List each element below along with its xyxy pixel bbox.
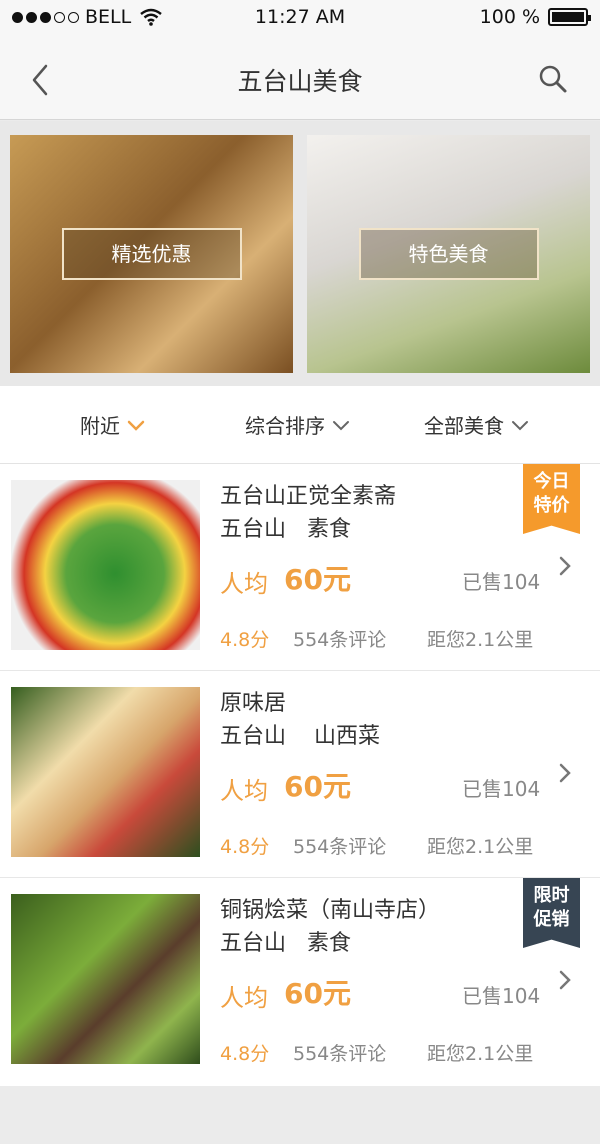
chevron-right-icon bbox=[559, 763, 571, 783]
list-item[interactable]: 五台山正觉全素斋 五台山 素食 人均 60元 已售104 4.8分 554条评论… bbox=[0, 464, 600, 671]
list-item[interactable]: 铜锅烩菜（南山寺店） 五台山 素食 人均 60元 已售104 4.8分 554条… bbox=[0, 878, 600, 1085]
restaurant-subtitle: 五台山 素食 bbox=[220, 931, 351, 956]
restaurant-thumbnail bbox=[11, 480, 200, 650]
review-count: 554条评论 bbox=[293, 836, 387, 858]
filter-sort[interactable]: 综合排序 bbox=[245, 410, 351, 439]
filter-category[interactable]: 全部美食 bbox=[424, 410, 530, 439]
chevron-down-icon bbox=[512, 420, 528, 430]
battery-percentage: 100 % bbox=[479, 6, 540, 28]
list-item[interactable]: 原味居 五台山 山西菜 人均 60元 已售104 4.8分 554条评论 距您2… bbox=[0, 671, 600, 878]
chevron-right-icon bbox=[559, 556, 571, 576]
navigation-bar: 五台山美食 bbox=[0, 38, 600, 120]
restaurant-list: 五台山正觉全素斋 五台山 素食 人均 60元 已售104 4.8分 554条评论… bbox=[0, 464, 600, 1086]
restaurant-subtitle: 五台山 素食 bbox=[220, 517, 351, 542]
page-background bbox=[0, 1086, 600, 1144]
badge-line: 促销 bbox=[533, 909, 570, 930]
status-badge: 限时 促销 bbox=[523, 878, 580, 948]
battery-level bbox=[552, 12, 584, 22]
restaurant-thumbnail bbox=[11, 687, 200, 857]
promo-banner: 精选优惠 特色美食 bbox=[0, 121, 600, 386]
restaurant-name: 铜锅烩菜（南山寺店） bbox=[220, 898, 441, 923]
status-right: 100 % bbox=[479, 6, 591, 28]
restaurant-subtitle: 五台山 山西菜 bbox=[220, 724, 380, 749]
filter-label: 附近 bbox=[80, 414, 120, 438]
average-price: 60元 bbox=[284, 977, 351, 1010]
badge-line: 限时 bbox=[533, 885, 570, 906]
page-title: 五台山美食 bbox=[237, 67, 363, 96]
rating: 4.8分 bbox=[220, 1043, 270, 1065]
distance: 距您2.1公里 bbox=[427, 836, 534, 858]
filter-label: 综合排序 bbox=[245, 414, 325, 438]
search-icon[interactable] bbox=[536, 62, 570, 96]
filter-bar: 附近 综合排序 全部美食 bbox=[0, 386, 600, 464]
review-count: 554条评论 bbox=[293, 629, 387, 651]
filter-label: 全部美食 bbox=[424, 414, 504, 438]
distance: 距您2.1公里 bbox=[427, 629, 534, 651]
status-bar: BELL 11:27 AM 100 % bbox=[0, 0, 600, 38]
filter-nearby[interactable]: 附近 bbox=[80, 410, 146, 439]
chevron-down-icon bbox=[127, 420, 145, 431]
badge-line: 今日 bbox=[533, 471, 570, 492]
promo-label: 特色美食 bbox=[358, 228, 539, 280]
price-label: 人均 bbox=[220, 777, 268, 805]
distance: 距您2.1公里 bbox=[427, 1043, 534, 1065]
restaurant-name: 原味居 bbox=[220, 691, 287, 716]
chevron-down-icon bbox=[333, 420, 349, 430]
review-count: 554条评论 bbox=[293, 1043, 387, 1065]
promo-card-selected-deals[interactable]: 精选优惠 bbox=[10, 135, 293, 373]
restaurant-name: 五台山正觉全素斋 bbox=[220, 484, 397, 509]
sold-count: 已售104 bbox=[462, 570, 541, 594]
average-price: 60元 bbox=[284, 563, 351, 596]
promo-label: 精选优惠 bbox=[61, 228, 242, 280]
price-label: 人均 bbox=[220, 570, 268, 598]
average-price: 60元 bbox=[284, 770, 351, 803]
sold-count: 已售104 bbox=[462, 984, 541, 1008]
rating: 4.8分 bbox=[220, 836, 270, 858]
chevron-right-icon bbox=[559, 970, 571, 990]
restaurant-thumbnail bbox=[11, 894, 200, 1064]
badge-line: 特价 bbox=[533, 495, 570, 516]
rating: 4.8分 bbox=[220, 629, 270, 651]
status-badge: 今日 特价 bbox=[523, 464, 580, 534]
price-label: 人均 bbox=[220, 984, 268, 1012]
sold-count: 已售104 bbox=[462, 777, 541, 801]
battery-icon bbox=[548, 8, 591, 26]
promo-card-featured-food[interactable]: 特色美食 bbox=[307, 135, 590, 373]
